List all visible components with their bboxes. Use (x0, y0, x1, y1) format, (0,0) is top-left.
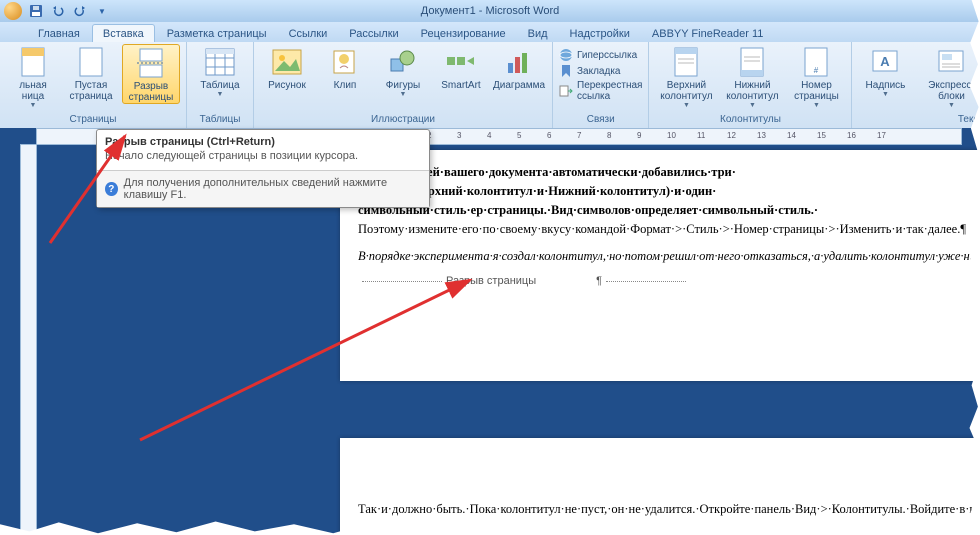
textbox-icon: A (869, 46, 901, 78)
quickparts-icon (935, 46, 967, 78)
group-label: Таблицы (193, 114, 247, 128)
group-kolontituly: Верхний колонтитул▼ Нижний колонтитул▼ #… (649, 42, 852, 128)
page-blank-icon (75, 46, 107, 78)
document-page-2[interactable]: Так·и·должно·быть.·Пока·колонтитул·не·пу… (340, 438, 980, 535)
undo-icon[interactable] (50, 3, 66, 19)
save-icon[interactable] (28, 3, 44, 19)
page-break-marker: Разрыв страницы¶ (358, 274, 973, 289)
blank-page-button[interactable]: Пустая страница (64, 44, 118, 102)
shapes-icon (387, 46, 419, 78)
tab-razmetka[interactable]: Разметка страницы (157, 25, 277, 42)
ribbon-tabs: Главная Вставка Разметка страницы Ссылки… (0, 22, 980, 42)
link-icon (559, 48, 573, 62)
page-number-button[interactable]: #Номер страницы▼ (787, 44, 845, 109)
vertical-ruler[interactable] (20, 144, 37, 535)
chart-icon (503, 46, 535, 78)
tab-ssylki[interactable]: Ссылки (279, 25, 338, 42)
smartart-button[interactable]: SmartArt (434, 44, 488, 91)
smartart-icon (445, 46, 477, 78)
shapes-button[interactable]: Фигуры▼ (376, 44, 430, 98)
group-svyazi: Гиперссылка Закладка Перекрестная ссылка… (553, 42, 649, 128)
quick-access-toolbar: ▼ (28, 3, 110, 19)
textbox-button[interactable]: AНадпись▼ (858, 44, 912, 98)
clipart-button[interactable]: Клип (318, 44, 372, 91)
tab-vstavka[interactable]: Вставка (92, 24, 155, 42)
document-page-1[interactable]: список·стилей·вашего·документа·автоматич… (340, 150, 980, 381)
tooltip-body: Начало следующей страницы в позиции курс… (97, 150, 429, 170)
bookmark-icon (559, 64, 573, 78)
table-button[interactable]: Таблица▼ (193, 44, 247, 98)
doc-text: В·порядке·эксперимента·я·создал·колонтит… (358, 249, 980, 263)
bookmark-button[interactable]: Закладка (559, 64, 642, 78)
svg-text:#: # (814, 66, 819, 75)
doc-text: Поэтому·измените·его·по·своему·вкусу·ком… (358, 222, 966, 236)
footer-icon (736, 46, 768, 78)
group-tekst: AНадпись▼ Экспресс-блоки▼ AWordArt▼ AБук… (852, 42, 980, 128)
cover-page-button[interactable]: льная ница▼ (6, 44, 60, 109)
help-icon: ? (105, 182, 118, 196)
group-stranitsy: льная ница▼ Пустая страница Разрыв стран… (0, 42, 187, 128)
app-window: ▼ Документ1 - Microsoft Word Главная Вст… (0, 0, 980, 535)
hyperlink-button[interactable]: Гиперссылка (559, 48, 642, 62)
group-illyustratsii: Рисунок Клип Фигуры▼ SmartArt Диаграмма … (254, 42, 553, 128)
redo-icon[interactable] (72, 3, 88, 19)
table-icon (204, 46, 236, 78)
tab-abbyy[interactable]: ABBYY FineReader 11 (642, 25, 774, 42)
group-label: Колонтитулы (655, 114, 845, 128)
tooltip-footer: ? Для получения дополнительных сведений … (97, 170, 429, 207)
chart-button[interactable]: Диаграмма (492, 44, 546, 91)
group-label: Иллюстрации (260, 114, 546, 128)
tooltip-title: Разрыв страницы (Ctrl+Return) (97, 130, 429, 150)
ribbon: льная ница▼ Пустая страница Разрыв стран… (0, 42, 980, 129)
page-break-tooltip: Разрыв страницы (Ctrl+Return) Начало сле… (96, 129, 430, 208)
pagenum-icon: # (800, 46, 832, 78)
header-icon (670, 46, 702, 78)
picture-icon (271, 46, 303, 78)
group-tablitsy: Таблица▼ Таблицы (187, 42, 254, 128)
page-cover-icon (17, 46, 49, 78)
page-break-icon (135, 47, 167, 79)
doc-text: Так·и·должно·быть.·Пока·колонтитул·не·пу… (358, 502, 980, 516)
crossref-icon (559, 84, 573, 98)
group-label: Страницы (6, 114, 180, 128)
tab-nadstroiki[interactable]: Надстройки (560, 25, 640, 42)
group-label: Связи (559, 114, 642, 128)
svg-text:A: A (881, 54, 891, 69)
page-break-button[interactable]: Разрыв страницы (122, 44, 180, 104)
group-label: Текст (858, 114, 980, 128)
picture-button[interactable]: Рисунок (260, 44, 314, 91)
titlebar: ▼ Документ1 - Microsoft Word (0, 0, 980, 22)
quickparts-button[interactable]: Экспресс-блоки▼ (916, 44, 980, 109)
tab-recenz[interactable]: Рецензирование (411, 25, 516, 42)
qat-dropdown-icon[interactable]: ▼ (94, 3, 110, 19)
office-orb-button[interactable] (4, 2, 22, 20)
header-button[interactable]: Верхний колонтитул▼ (655, 44, 717, 109)
tab-glavnaya[interactable]: Главная (28, 25, 90, 42)
tab-vid[interactable]: Вид (518, 25, 558, 42)
tab-rassylki[interactable]: Рассылки (339, 25, 408, 42)
window-title: Документ1 - Microsoft Word (421, 5, 559, 17)
clip-icon (329, 46, 361, 78)
crossref-button[interactable]: Перекрестная ссылка (559, 80, 642, 102)
footer-button[interactable]: Нижний колонтитул▼ (721, 44, 783, 109)
